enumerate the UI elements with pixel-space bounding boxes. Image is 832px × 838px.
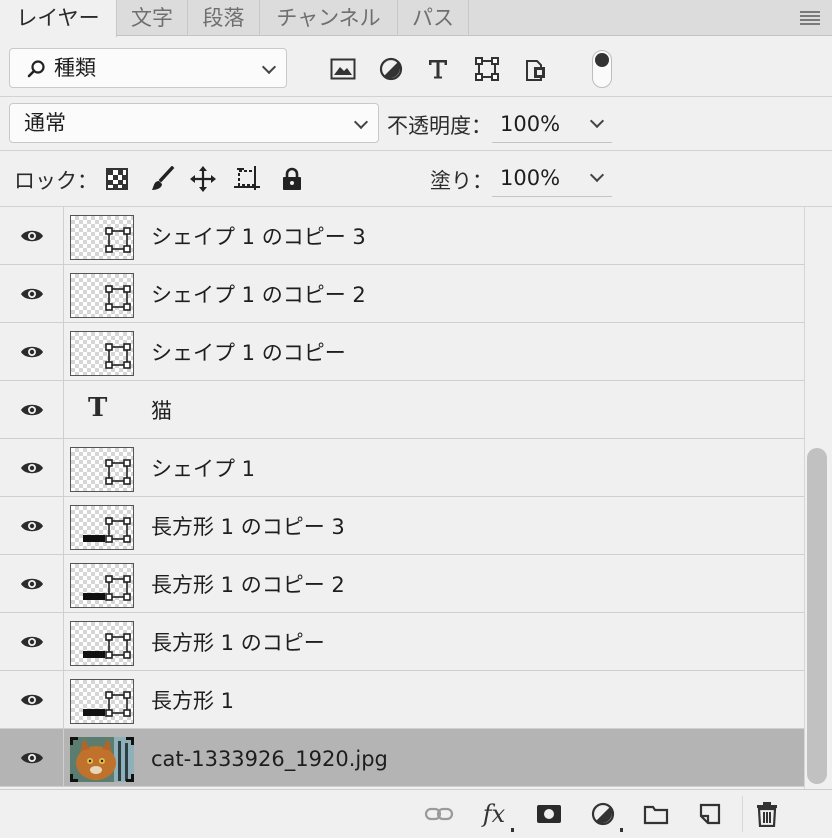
link-layers-icon[interactable] xyxy=(419,796,459,832)
new-layer-icon[interactable] xyxy=(690,796,730,832)
fill-value: 100% xyxy=(500,166,561,190)
visibility-eye-icon[interactable] xyxy=(0,207,64,264)
vector-mask-icon xyxy=(105,227,131,257)
layer-name[interactable]: シェイプ 1 のコピー xyxy=(151,323,346,380)
panel-menu-icon[interactable] xyxy=(800,11,820,25)
blend-mode-value: 通常 xyxy=(24,111,66,135)
visibility-eye-icon[interactable] xyxy=(0,555,64,612)
layer-row[interactable]: 長方形 1 xyxy=(0,671,804,729)
layer-name[interactable]: 長方形 1 のコピー 2 xyxy=(151,555,345,612)
lock-transparent-pixels-icon[interactable] xyxy=(100,162,134,196)
layer-name[interactable]: cat-1333926_1920.jpg xyxy=(151,729,388,786)
chevron-down-icon[interactable] xyxy=(589,113,605,129)
visibility-eye-icon[interactable] xyxy=(0,613,64,670)
scrollbar-thumb[interactable] xyxy=(807,448,827,784)
visibility-eye-icon[interactable] xyxy=(0,439,64,496)
adjustment-filter-icon[interactable] xyxy=(374,52,408,86)
tab-character[interactable]: 文字 xyxy=(117,0,188,36)
panel-tab-bar: レイヤー 文字 段落 チャンネル パス xyxy=(0,0,832,37)
search-icon xyxy=(27,60,45,78)
visibility-eye-icon[interactable] xyxy=(0,729,64,786)
vector-mask-icon xyxy=(105,691,131,721)
layer-name[interactable]: 長方形 1 のコピー 3 xyxy=(151,497,345,554)
layer-row[interactable]: cat-1333926_1920.jpg xyxy=(0,729,804,787)
fill-field[interactable]: 100% xyxy=(492,159,612,197)
layer-name[interactable]: シェイプ 1 のコピー 2 xyxy=(151,265,366,322)
vector-mask-icon xyxy=(105,575,131,605)
filter-row: 種類 xyxy=(0,37,832,97)
lock-position-icon[interactable] xyxy=(186,162,220,196)
vector-mask-icon xyxy=(105,633,131,663)
lock-artboard-icon[interactable] xyxy=(231,162,265,196)
lock-all-icon[interactable] xyxy=(275,162,309,196)
shape-layer-thumbnail[interactable] xyxy=(70,679,134,724)
fx-icon[interactable]: fx xyxy=(474,796,514,832)
layer-list: シェイプ 1 のコピー 3 シェイプ 1 のコピー 2 シェイプ 1 のコピー T 猫シ… xyxy=(0,207,804,789)
delete-layer-icon[interactable] xyxy=(742,796,790,832)
smart-object-filter-icon[interactable] xyxy=(519,52,553,86)
add-mask-icon[interactable] xyxy=(529,796,569,832)
visibility-eye-icon[interactable] xyxy=(0,323,64,380)
shape-layer-thumbnail[interactable] xyxy=(70,273,134,318)
visibility-eye-icon[interactable] xyxy=(0,265,64,322)
opacity-label: 不透明度： xyxy=(387,114,492,138)
lock-label: ロック： xyxy=(14,169,98,193)
shape-layer-thumbnail[interactable] xyxy=(70,447,134,492)
tab-layers[interactable]: レイヤー xyxy=(0,0,117,37)
shape-layer-thumbnail[interactable] xyxy=(70,621,134,666)
new-group-icon[interactable] xyxy=(636,796,676,832)
chevron-down-icon[interactable] xyxy=(589,167,605,183)
vector-mask-icon xyxy=(105,285,131,315)
new-adjustment-layer-icon[interactable] xyxy=(583,796,623,832)
photo-layer-thumbnail[interactable] xyxy=(70,737,134,782)
image-filter-icon[interactable] xyxy=(326,52,360,86)
layers-footer: fx xyxy=(0,789,832,838)
fx-label: fx xyxy=(482,800,506,828)
chevron-down-icon xyxy=(353,114,369,130)
layer-name[interactable]: 長方形 1 のコピー xyxy=(151,613,325,670)
chevron-down-icon xyxy=(261,59,277,75)
filter-kind-label: 種類 xyxy=(54,56,96,80)
layer-row[interactable]: 長方形 1 のコピー 2 xyxy=(0,555,804,613)
layer-name[interactable]: シェイプ 1 のコピー 3 xyxy=(151,207,366,264)
layer-row[interactable]: T猫 xyxy=(0,381,804,439)
blend-mode-select[interactable]: 通常 xyxy=(9,103,379,143)
layer-row[interactable]: 長方形 1 のコピー xyxy=(0,613,804,671)
tab-paragraph[interactable]: 段落 xyxy=(188,0,260,36)
layer-row[interactable]: シェイプ 1 のコピー xyxy=(0,323,804,381)
filter-toggle[interactable] xyxy=(592,50,612,88)
opacity-value: 100% xyxy=(500,112,561,136)
filter-kind-select[interactable]: 種類 xyxy=(9,48,287,88)
vector-mask-icon xyxy=(105,459,131,489)
layer-name[interactable]: シェイプ 1 xyxy=(151,439,255,496)
shape-layer-thumbnail[interactable] xyxy=(70,563,134,608)
opacity-field[interactable]: 100% xyxy=(492,105,612,143)
vector-mask-icon xyxy=(105,343,131,373)
layer-row[interactable]: シェイプ 1 xyxy=(0,439,804,497)
visibility-eye-icon[interactable] xyxy=(0,671,64,728)
visibility-eye-icon[interactable] xyxy=(0,381,64,438)
lock-image-pixels-icon[interactable] xyxy=(145,162,179,196)
tab-paths[interactable]: パス xyxy=(398,0,469,36)
layer-row[interactable]: 長方形 1 のコピー 3 xyxy=(0,497,804,555)
layer-name[interactable]: 猫 xyxy=(151,381,172,438)
text-layer-icon: T xyxy=(88,393,108,423)
vector-mask-icon xyxy=(105,517,131,547)
layer-name[interactable]: 長方形 1 xyxy=(151,671,234,728)
fill-label: 塗り： xyxy=(430,169,493,193)
shape-filter-icon[interactable] xyxy=(470,52,504,86)
tab-channels[interactable]: チャンネル xyxy=(260,0,398,36)
type-filter-icon[interactable] xyxy=(421,52,455,86)
blend-row: 通常 不透明度： 100% xyxy=(0,97,832,151)
layer-row[interactable]: シェイプ 1 のコピー 2 xyxy=(0,265,804,323)
visibility-eye-icon[interactable] xyxy=(0,497,64,554)
shape-layer-thumbnail[interactable] xyxy=(70,505,134,550)
layer-row[interactable]: シェイプ 1 のコピー 3 xyxy=(0,207,804,265)
shape-layer-thumbnail[interactable] xyxy=(70,331,134,376)
shape-layer-thumbnail[interactable] xyxy=(70,215,134,260)
lock-row: ロック： 塗り： 100% xyxy=(0,151,832,207)
